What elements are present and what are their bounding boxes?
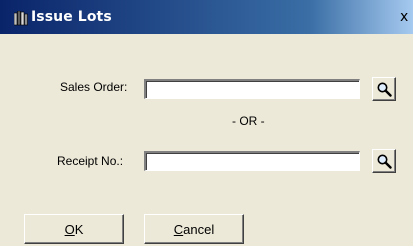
sales-order-input[interactable] (144, 79, 360, 99)
sales-order-lookup-button[interactable] (372, 77, 396, 101)
receipt-number-input[interactable] (144, 151, 360, 171)
ok-label: K (74, 221, 84, 237)
receipt-lookup-button[interactable] (372, 149, 396, 173)
or-separator: - OR - (232, 114, 265, 128)
sales-order-label: Sales Order: (60, 80, 128, 94)
books-icon (13, 10, 28, 26)
ok-mnemonic: O (64, 221, 75, 237)
title-bar[interactable]: Issue Lots x (0, 0, 413, 34)
magnifier-icon (377, 82, 392, 97)
cancel-label: ancel (183, 221, 215, 237)
close-icon[interactable]: x (400, 9, 408, 25)
magnifier-icon (377, 154, 392, 169)
ok-button[interactable]: OK (24, 214, 124, 244)
receipt-number-label: Receipt No.: (57, 154, 124, 168)
cancel-mnemonic: C (173, 221, 184, 237)
cancel-button[interactable]: Cancel (144, 214, 244, 244)
window-title: Issue Lots (31, 9, 112, 25)
